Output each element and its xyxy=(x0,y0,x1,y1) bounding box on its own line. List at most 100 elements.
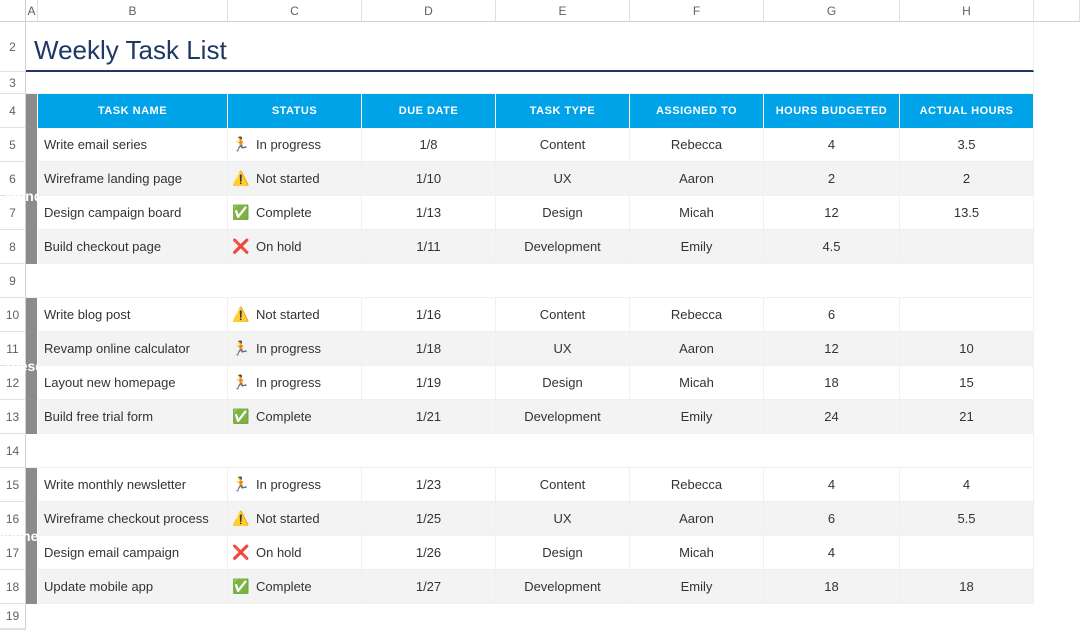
assigned-to-cell[interactable]: Aaron xyxy=(630,332,764,366)
task-type-cell[interactable]: Design xyxy=(496,366,630,400)
column-header-a[interactable]: A xyxy=(26,0,38,22)
task-name-cell[interactable]: Update mobile app xyxy=(38,570,228,604)
hours-budgeted-cell[interactable]: 18 xyxy=(764,570,900,604)
hours-budgeted-cell[interactable]: 2 xyxy=(764,162,900,196)
column-header-g[interactable]: G xyxy=(764,0,900,22)
hours-budgeted-cell[interactable]: 24 xyxy=(764,400,900,434)
actual-hours-cell[interactable]: 4 xyxy=(900,468,1034,502)
hours-budgeted-cell[interactable]: 12 xyxy=(764,196,900,230)
assigned-to-cell[interactable]: Emily xyxy=(630,570,764,604)
task-status-cell[interactable]: 🏃In progress xyxy=(228,468,362,502)
hours-budgeted-cell[interactable]: 4 xyxy=(764,536,900,570)
task-status-cell[interactable]: ⚠️Not started xyxy=(228,502,362,536)
task-type-cell[interactable]: Development xyxy=(496,230,630,264)
task-type-cell[interactable]: Design xyxy=(496,536,630,570)
actual-hours-cell[interactable]: 3.5 xyxy=(900,128,1034,162)
due-date-cell[interactable]: 1/26 xyxy=(362,536,496,570)
task-name-cell[interactable]: Write email series xyxy=(38,128,228,162)
column-header-b[interactable]: B xyxy=(38,0,228,22)
task-type-cell[interactable]: UX xyxy=(496,162,630,196)
task-name-cell[interactable]: Write monthly newsletter xyxy=(38,468,228,502)
task-type-cell[interactable]: UX xyxy=(496,332,630,366)
row-header-2[interactable]: 2 xyxy=(0,22,26,72)
task-name-cell[interactable]: Write blog post xyxy=(38,298,228,332)
task-name-cell[interactable]: Wireframe checkout process xyxy=(38,502,228,536)
due-date-cell[interactable]: 1/13 xyxy=(362,196,496,230)
hours-budgeted-cell[interactable]: 6 xyxy=(764,502,900,536)
actual-hours-cell[interactable]: 10 xyxy=(900,332,1034,366)
column-header-f[interactable]: F xyxy=(630,0,764,22)
actual-hours-cell[interactable]: 5.5 xyxy=(900,502,1034,536)
task-name-cell[interactable]: Layout new homepage xyxy=(38,366,228,400)
assigned-to-cell[interactable]: Emily xyxy=(630,400,764,434)
task-type-cell[interactable]: Design xyxy=(496,196,630,230)
row-header-3[interactable]: 3 xyxy=(0,72,26,94)
task-type-cell[interactable]: UX xyxy=(496,502,630,536)
assigned-to-cell[interactable]: Micah xyxy=(630,536,764,570)
task-status-cell[interactable]: ✅Complete xyxy=(228,570,362,604)
task-name-cell[interactable]: Design campaign board xyxy=(38,196,228,230)
task-type-cell[interactable]: Content xyxy=(496,128,630,162)
actual-hours-cell[interactable] xyxy=(900,298,1034,332)
task-status-cell[interactable]: ✅Complete xyxy=(228,196,362,230)
task-status-cell[interactable]: ⚠️Not started xyxy=(228,298,362,332)
due-date-cell[interactable]: 1/27 xyxy=(362,570,496,604)
task-status-cell[interactable]: ❌On hold xyxy=(228,536,362,570)
column-header-h[interactable]: H xyxy=(900,0,1034,22)
assigned-to-cell[interactable]: Emily xyxy=(630,230,764,264)
due-date-cell[interactable]: 1/10 xyxy=(362,162,496,196)
row-header-13[interactable]: 13 xyxy=(0,400,26,434)
task-status-cell[interactable]: 🏃In progress xyxy=(228,128,362,162)
due-date-cell[interactable]: 1/16 xyxy=(362,298,496,332)
task-type-cell[interactable]: Development xyxy=(496,400,630,434)
due-date-cell[interactable]: 1/18 xyxy=(362,332,496,366)
assigned-to-cell[interactable]: Rebecca xyxy=(630,128,764,162)
assigned-to-cell[interactable]: Micah xyxy=(630,366,764,400)
hours-budgeted-cell[interactable]: 18 xyxy=(764,366,900,400)
task-type-cell[interactable]: Content xyxy=(496,468,630,502)
column-header-d[interactable]: D xyxy=(362,0,496,22)
due-date-cell[interactable]: 1/25 xyxy=(362,502,496,536)
assigned-to-cell[interactable]: Rebecca xyxy=(630,298,764,332)
task-status-cell[interactable]: ⚠️Not started xyxy=(228,162,362,196)
row-header-19[interactable]: 19 xyxy=(0,604,26,629)
select-all-corner[interactable] xyxy=(0,0,26,22)
row-header-14[interactable]: 14 xyxy=(0,434,26,468)
hours-budgeted-cell[interactable]: 12 xyxy=(764,332,900,366)
actual-hours-cell[interactable]: 18 xyxy=(900,570,1034,604)
task-status-cell[interactable]: ✅Complete xyxy=(228,400,362,434)
task-type-cell[interactable]: Development xyxy=(496,570,630,604)
due-date-cell[interactable]: 1/8 xyxy=(362,128,496,162)
assigned-to-cell[interactable]: Aaron xyxy=(630,502,764,536)
assigned-to-cell[interactable]: Rebecca xyxy=(630,468,764,502)
task-status-cell[interactable]: ❌On hold xyxy=(228,230,362,264)
actual-hours-cell[interactable]: 2 xyxy=(900,162,1034,196)
actual-hours-cell[interactable]: 21 xyxy=(900,400,1034,434)
due-date-cell[interactable]: 1/19 xyxy=(362,366,496,400)
column-header-extra[interactable] xyxy=(1034,0,1080,22)
row-header-10[interactable]: 10 xyxy=(0,298,26,332)
task-name-cell[interactable]: Wireframe landing page xyxy=(38,162,228,196)
actual-hours-cell[interactable] xyxy=(900,536,1034,570)
due-date-cell[interactable]: 1/23 xyxy=(362,468,496,502)
actual-hours-cell[interactable]: 13.5 xyxy=(900,196,1034,230)
column-header-e[interactable]: E xyxy=(496,0,630,22)
hours-budgeted-cell[interactable]: 4 xyxy=(764,468,900,502)
task-type-cell[interactable]: Content xyxy=(496,298,630,332)
task-status-cell[interactable]: 🏃In progress xyxy=(228,332,362,366)
due-date-cell[interactable]: 1/21 xyxy=(362,400,496,434)
hours-budgeted-cell[interactable]: 4 xyxy=(764,128,900,162)
column-header-c[interactable]: C xyxy=(228,0,362,22)
task-name-cell[interactable]: Build free trial form xyxy=(38,400,228,434)
task-status-cell[interactable]: 🏃In progress xyxy=(228,366,362,400)
row-header-9[interactable]: 9 xyxy=(0,264,26,298)
hours-budgeted-cell[interactable]: 6 xyxy=(764,298,900,332)
row-header-18[interactable]: 18 xyxy=(0,570,26,604)
row-header-5[interactable]: 5 xyxy=(0,128,26,162)
due-date-cell[interactable]: 1/11 xyxy=(362,230,496,264)
task-name-cell[interactable]: Revamp online calculator xyxy=(38,332,228,366)
assigned-to-cell[interactable]: Micah xyxy=(630,196,764,230)
task-name-cell[interactable]: Build checkout page xyxy=(38,230,228,264)
row-header-8[interactable]: 8 xyxy=(0,230,26,264)
row-header-15[interactable]: 15 xyxy=(0,468,26,502)
